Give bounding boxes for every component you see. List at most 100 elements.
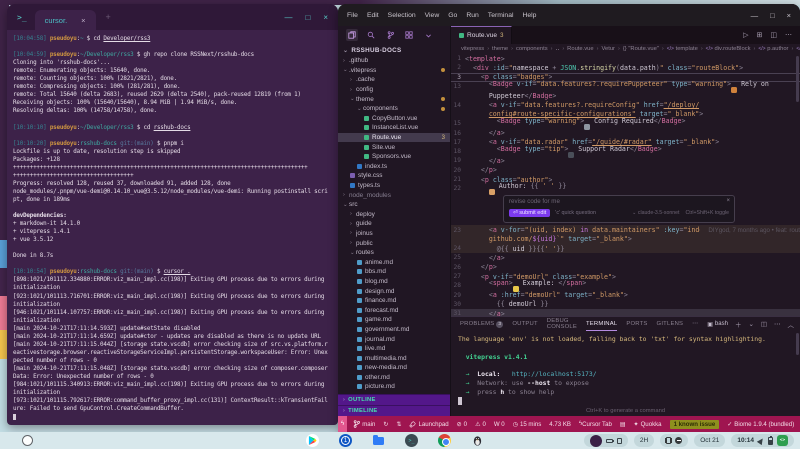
tree-item[interactable]: live.md [338,344,450,354]
menu-item-file[interactable]: File [347,12,358,19]
code-line[interactable]: 13 <Badge v-if="data.features?.requirePu… [451,82,800,91]
tree-item[interactable]: finance.md [338,296,450,306]
split-editor-icon[interactable]: ◫ [770,31,777,39]
tree-item[interactable]: Sponsors.vue [338,152,450,162]
tree-item[interactable]: CopyButton.vue [338,114,450,124]
tree-item[interactable]: ›joinus [338,229,450,239]
tree-item[interactable]: ›public [338,238,450,248]
menu-item-edit[interactable]: Edit [367,12,379,19]
breadcrumb-item[interactable]: </> template [667,46,698,52]
maximize-icon[interactable]: □ [770,11,775,20]
chev-icon[interactable] [422,29,434,41]
tree-item[interactable]: ›.github [338,56,450,66]
code-line[interactable]: 1<template> [451,54,800,63]
tree-item[interactable]: multimedia.md [338,353,450,363]
menu-item-selection[interactable]: Selection [388,12,416,19]
status-item-quokka[interactable]: ✦Quokka [634,421,662,428]
shelf-app-chrome[interactable] [438,434,451,447]
code-line[interactable]: 2 <div :id="namespace + JSON.stringify(d… [451,63,800,72]
code-line[interactable]: 24 @{{ uid }}{{' '}} [451,244,800,253]
panel-tab-⋯[interactable]: ⋯ [692,317,698,331]
breadcrumb-item[interactable]: components [516,46,548,52]
tree-item[interactable]: design.md [338,286,450,296]
menu-item-run[interactable]: Run [466,12,478,19]
code-line[interactable]: 26 </p> [451,263,800,272]
status-item[interactable]: ⇅ [396,421,401,428]
tab-route-vue[interactable]: Route.vue 3 [451,26,512,44]
code-line[interactable]: 23 <a v-for="(uid, index) in data.mainta… [451,225,800,234]
tree-item[interactable]: bbs.md [338,267,450,277]
code-line[interactable]: 22 👨‍💻 Author: {{ ' ' }} [451,184,800,193]
shelf-app-linux-penguin[interactable] [471,434,484,447]
maximize-icon[interactable]: □ [305,13,310,22]
tree-item[interactable]: Site.vue [338,142,450,152]
section-timeline[interactable]: ›TIMELINE [338,405,450,416]
run-button[interactable]: ▷ [743,31,748,39]
tree-item[interactable]: other.md [338,373,450,383]
more-actions-icon[interactable]: ⋯ [774,320,781,328]
tree-item[interactable]: journal.md [338,334,450,344]
status-item-cursor-tab[interactable]: Cursor Tab [582,421,612,428]
code-editor[interactable]: 1<template>2 <div :id="namespace + JSON.… [451,54,800,316]
minimize-icon[interactable]: — [751,11,759,20]
code-line[interactable]: 15 <Badge type="warning">⚙ Config Requir… [451,119,800,128]
status-item-main[interactable]: main [353,420,375,428]
integrated-terminal[interactable]: The language 'env' is not loaded, fallin… [451,331,800,416]
explorer-header[interactable]: ⌄ RSSHUB-DOCS [338,44,450,56]
terminal-new-tab-button[interactable]: + [106,12,111,22]
breadcrumb-item[interactable]: Route.vue [567,46,593,52]
tote-pill[interactable] [584,434,628,447]
blocks-icon[interactable] [403,29,415,41]
maximize-panel-icon[interactable]: ︿ [788,319,795,329]
tree-item[interactable]: types.ts [338,181,450,191]
tree-item[interactable]: style.css [338,171,450,181]
close-icon[interactable]: × [323,13,328,22]
shelf-app-files[interactable] [372,434,385,447]
code-line[interactable]: 25 </a> [451,253,800,262]
tree-item[interactable]: ⌄.vitepress [338,66,450,76]
tree-item[interactable]: InstanceList.vue [338,123,450,133]
panel-scrollbar[interactable] [796,333,799,355]
code-line[interactable]: github.com/${uid}`" target="_blank"> [451,235,800,244]
tree-item[interactable]: Route.vue3 [338,133,450,143]
code-line[interactable]: 14 <a v-if="data.features?.requireConfig… [451,100,800,109]
status-item-0[interactable]: ⚠0 [475,421,486,428]
status-item-launchpad[interactable]: Launchpad [409,421,448,428]
tree-item[interactable]: blog.md [338,277,450,287]
status-item-biome-1-9-4-bundled-[interactable]: ✓Biome 1.9.4 (bundled) [727,421,794,428]
status-item[interactable]: ↻ [383,421,388,428]
dropdown-icon[interactable]: ⌄ [748,320,753,328]
status-item-1-known-issue[interactable]: 1 known issue [670,420,720,429]
tree-item[interactable]: ›node_modules [338,190,450,200]
tree-item[interactable]: ›deploy [338,210,450,220]
diff-icon[interactable]: ⊞ [757,31,763,39]
remote-indicator[interactable]: ϟ [338,416,347,432]
breadcrumb-item[interactable]: </> a [796,46,800,52]
tree-item[interactable]: ›config [338,85,450,95]
date-pill[interactable]: Oct 21 [694,434,725,447]
new-terminal-icon[interactable]: ＋ [735,319,742,329]
search-icon[interactable] [365,29,377,41]
panel-tab-debug-console[interactable]: DEBUG CONSOLE [547,317,577,331]
panel-tab-output[interactable]: OUTPUT [512,317,537,331]
tree-item[interactable]: forecast.md [338,305,450,315]
battery-time-pill[interactable]: 2H [634,434,654,447]
model-selector[interactable]: ⌄ claude-3.5-sonnet [632,210,679,216]
submit-edit-button[interactable]: ⏎ submit edit [509,209,550,217]
breadcrumb-item[interactable]: </> div.routeBlock [706,46,751,52]
shelf-app-one-password[interactable]: 1 [339,434,352,447]
close-icon[interactable]: × [787,11,791,20]
tree-item[interactable]: ⌄routes [338,248,450,258]
code-line[interactable]: 18 <Badge type="tip">🔍 Support Radar</Ba… [451,147,800,156]
tree-item[interactable]: new-media.md [338,363,450,373]
shelf-app-play-store[interactable] [306,434,319,447]
split-panel-icon[interactable]: ◫ [761,320,767,328]
breadcrumb-item[interactable]: ‥ [555,46,559,52]
shelf-app-terminal[interactable]: >_ [405,434,418,447]
tree-item[interactable]: anime.md [338,257,450,267]
notification-pill[interactable] [660,434,688,447]
ai-edit-widget[interactable]: revise code for me×⏎ submit edit'c' quic… [503,195,735,223]
panel-tab-gitlens[interactable]: GITLENS [657,317,684,331]
menu-item-view[interactable]: View [425,12,440,19]
status-item-w-0[interactable]: W 0 [494,421,505,428]
